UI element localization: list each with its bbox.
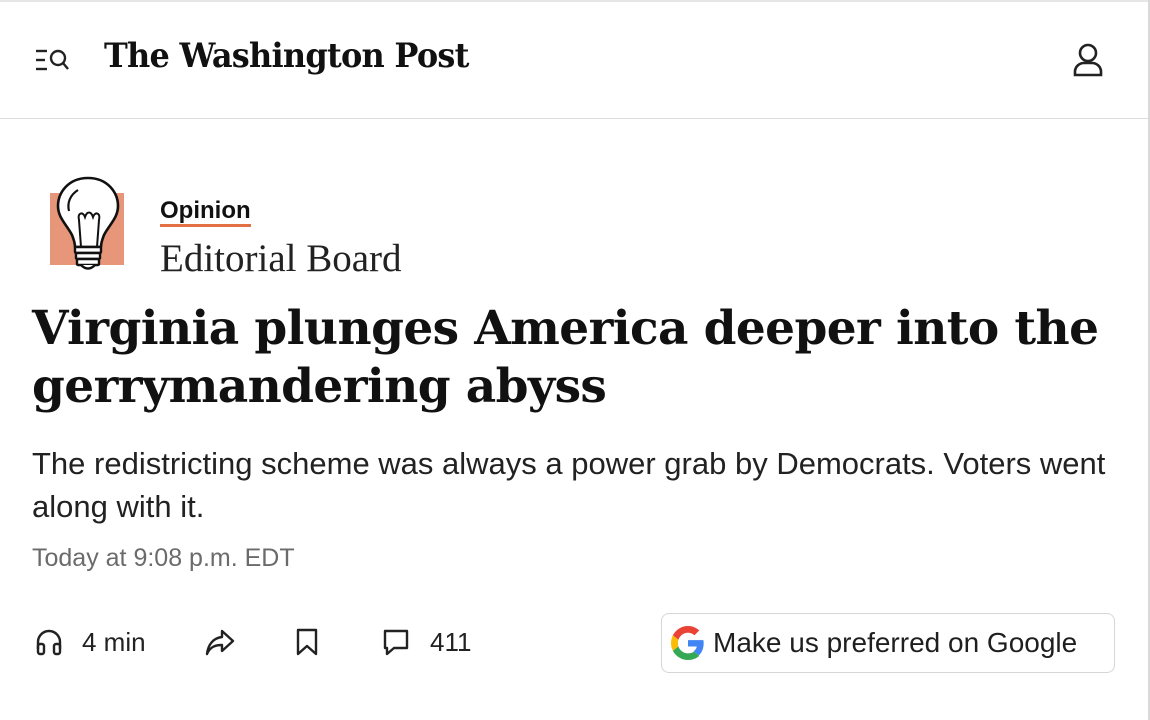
bookmark-icon <box>296 628 318 656</box>
share-button[interactable] <box>204 620 236 664</box>
article-dek: The redistricting scheme was always a po… <box>32 446 1106 524</box>
lightbulb-icon <box>50 175 130 275</box>
listen-duration: 4 min <box>82 626 146 657</box>
timestamp: Today at 9:08 p.m. EDT <box>32 544 295 572</box>
user-account-button[interactable] <box>1070 42 1106 78</box>
comments-count: 411 <box>430 626 472 657</box>
site-header: The Washington Post <box>0 0 1148 119</box>
byline[interactable]: Editorial Board <box>160 236 402 281</box>
comment-icon <box>383 629 409 656</box>
section-link-opinion[interactable]: Opinion <box>160 198 251 227</box>
headphones-icon <box>36 629 62 656</box>
menu-search-button[interactable] <box>34 44 70 76</box>
save-button[interactable] <box>294 620 320 664</box>
menu-search-icon <box>36 49 69 71</box>
preferred-source-label: Make us preferred on Google <box>713 627 1078 658</box>
share-icon <box>205 629 235 656</box>
user-icon <box>1073 43 1103 77</box>
preferred-source-google-button[interactable]: Make us preferred on Google <box>661 613 1115 673</box>
site-logo[interactable]: The Washington Post <box>104 36 469 76</box>
comments-button[interactable]: 411 <box>382 620 471 664</box>
google-g-icon <box>671 626 704 660</box>
headline: Virginia plunges America deeper into the… <box>32 301 1099 414</box>
listen-button[interactable]: 4 min <box>34 620 146 664</box>
